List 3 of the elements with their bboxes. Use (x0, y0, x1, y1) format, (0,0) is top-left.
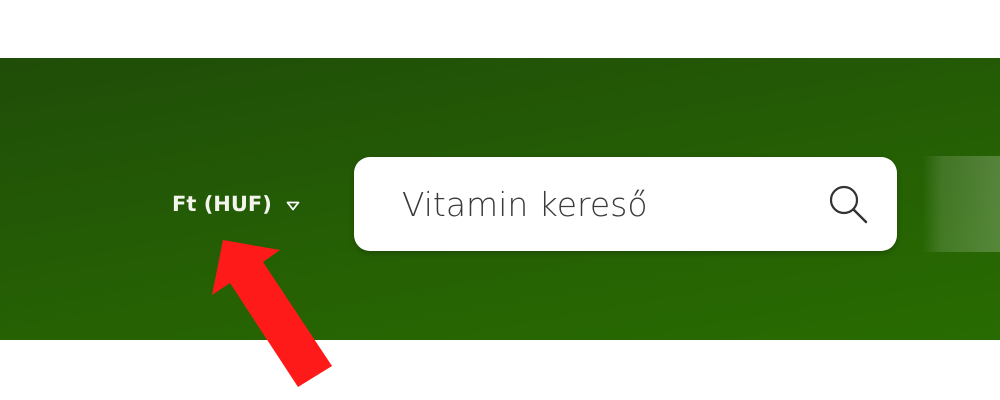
caret-icon (286, 201, 300, 211)
search-field[interactable]: Vitamin kereső (354, 157, 897, 251)
currency-dropdown[interactable]: Ft (HUF) (168, 188, 304, 220)
